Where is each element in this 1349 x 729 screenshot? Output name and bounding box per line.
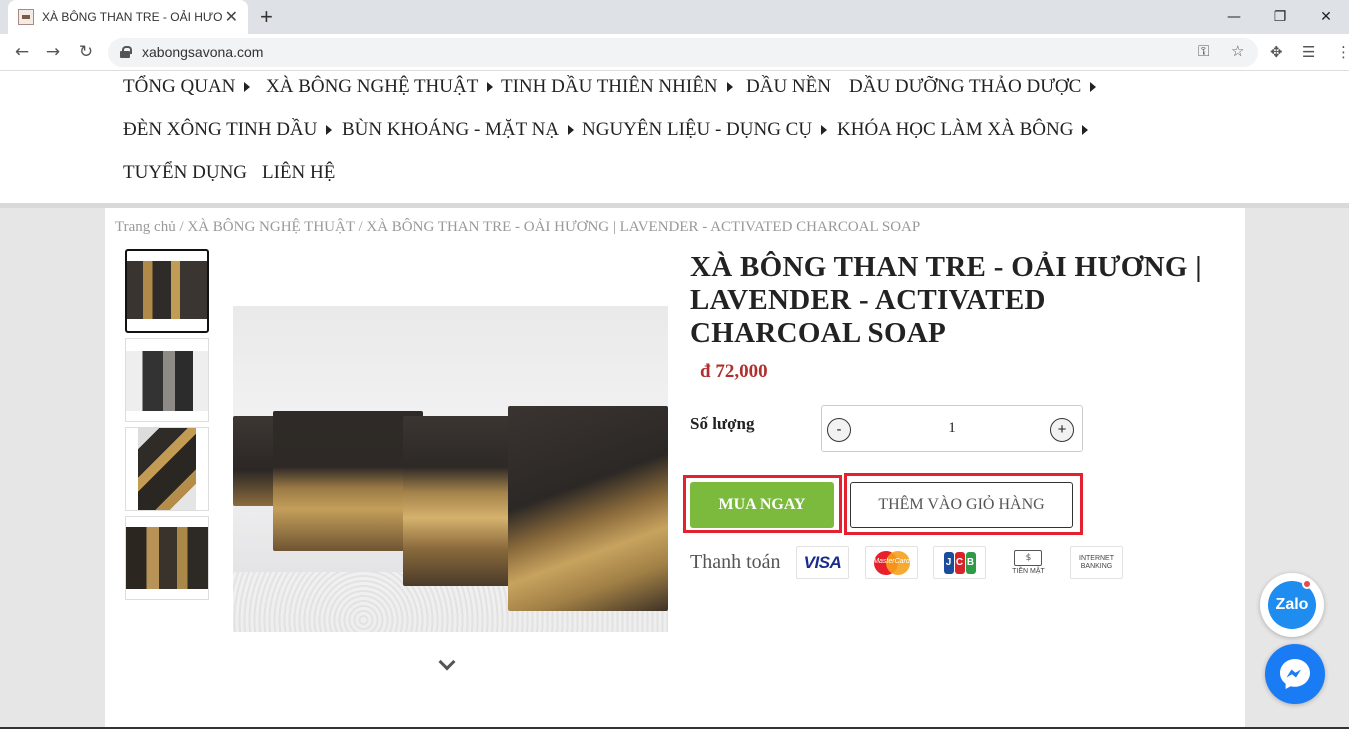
quantity-input[interactable]: 1 xyxy=(822,420,1082,437)
nav-tinh-dau-thien-nhien[interactable]: TINH DẦU THIÊN NHIÊN xyxy=(501,76,733,98)
nav-khoa-hoc-lam-xa-bong[interactable]: KHÓA HỌC LÀM XÀ BÔNG xyxy=(837,119,1089,141)
nav-nguyen-lieu-dung-cu[interactable]: NGUYÊN LIỆU - DỤNG CỤ xyxy=(582,119,828,141)
bookmark-star-icon[interactable]: ☆ xyxy=(1231,42,1244,60)
nav-dau-duong-thao-duoc[interactable]: DẦU DƯỠNG THẢO DƯỢC xyxy=(849,76,1097,98)
messenger-icon xyxy=(1280,659,1310,689)
caret-right-icon xyxy=(1082,125,1089,135)
tab-close-icon[interactable]: ✕ xyxy=(225,7,238,27)
product-main-image[interactable] xyxy=(233,306,668,632)
back-arrow-icon[interactable]: ← xyxy=(10,40,34,64)
nav-xa-bong-nghe-thuat[interactable]: XÀ BÔNG NGHỆ THUẬT xyxy=(266,76,494,98)
site-favicon-icon xyxy=(18,9,34,25)
extensions-puzzle-icon[interactable]: ✥ xyxy=(1270,43,1283,61)
breadcrumb[interactable]: Trang chủ / XÀ BÔNG NGHỆ THUẬT / XÀ BÔNG… xyxy=(115,219,920,236)
jcb-icon: J C B xyxy=(933,546,986,579)
caret-right-icon xyxy=(326,125,333,135)
nav-tuyen-dung[interactable]: TUYỂN DỤNG xyxy=(123,162,247,184)
key-icon[interactable]: ⚿ xyxy=(1198,42,1209,60)
window-close-button[interactable]: ✕ xyxy=(1303,0,1349,34)
soap-bar xyxy=(273,411,423,551)
caret-right-icon xyxy=(568,125,575,135)
thumbnail-image xyxy=(126,527,208,589)
payment-label: Thanh toán xyxy=(690,551,781,573)
reload-icon[interactable]: ↻ xyxy=(74,40,98,64)
forward-arrow-icon[interactable]: → xyxy=(41,40,65,64)
product-thumbnail[interactable] xyxy=(125,338,209,422)
chevron-down-icon[interactable] xyxy=(438,653,456,671)
main-navigation: TỔNG QUAN XÀ BÔNG NGHỆ THUẬT TINH DẦU TH… xyxy=(0,71,1349,203)
messenger-chat-button[interactable] xyxy=(1265,644,1325,704)
lock-icon[interactable] xyxy=(120,46,132,58)
product-thumbnail[interactable] xyxy=(125,516,209,600)
nav-tong-quan[interactable]: TỔNG QUAN xyxy=(123,76,251,98)
quantity-increase-button[interactable]: + xyxy=(1050,418,1074,442)
internet-banking-icon: INTERNET BANKING xyxy=(1070,546,1123,579)
mastercard-icon: MasterCard xyxy=(865,546,918,579)
quantity-label: Số lượng xyxy=(690,414,755,433)
product-thumbnail[interactable] xyxy=(125,249,209,333)
cash-icon: $ TIỀN MẶT xyxy=(1002,546,1055,579)
minimize-button[interactable]: — xyxy=(1211,0,1257,34)
thumbnail-image xyxy=(126,351,208,411)
product-price: đ 72,000 xyxy=(700,361,768,382)
restore-button[interactable]: ❐ xyxy=(1257,0,1303,34)
add-to-cart-button[interactable]: THÊM VÀO GIỎ HÀNG xyxy=(850,482,1073,528)
browser-tab-strip: XÀ BÔNG THAN TRE - OẢI HƯƠNG ✕ + — ❐ ✕ xyxy=(0,0,1349,34)
url-text[interactable]: xabongsavona.com xyxy=(142,44,263,60)
visa-icon: VISA xyxy=(796,546,849,579)
new-tab-button[interactable]: + xyxy=(260,4,273,30)
caret-right-icon xyxy=(487,82,494,92)
nav-bun-khoang-mat-na[interactable]: BÙN KHOÁNG - MẶT NẠ xyxy=(342,119,575,141)
tab-title: XÀ BÔNG THAN TRE - OẢI HƯƠNG xyxy=(42,10,222,24)
caret-right-icon xyxy=(726,82,733,92)
thumbnail-image xyxy=(127,261,207,319)
zalo-chat-button[interactable]: Zalo xyxy=(1260,573,1324,637)
caret-right-icon xyxy=(821,125,828,135)
notification-dot xyxy=(1302,579,1312,589)
thumbnail-image xyxy=(138,428,196,510)
caret-right-icon xyxy=(244,82,251,92)
nav-dau-nen[interactable]: DẦU NỀN xyxy=(746,76,831,98)
browser-toolbar: ← → ↻ xabongsavona.com ⚿ ☆ ✥ ☰ ⋮ xyxy=(0,34,1349,71)
soap-bar xyxy=(508,406,668,611)
quantity-stepper: - 1 + xyxy=(821,405,1083,452)
menu-kebab-icon[interactable]: ⋮ xyxy=(1336,43,1349,61)
product-panel: Trang chủ / XÀ BÔNG NGHỆ THUẬT / XÀ BÔNG… xyxy=(105,208,1245,729)
browser-tab[interactable]: XÀ BÔNG THAN TRE - OẢI HƯƠNG ✕ xyxy=(8,0,248,34)
caret-right-icon xyxy=(1090,82,1097,92)
buy-now-button[interactable]: MUA NGAY xyxy=(690,482,834,528)
nav-lien-he[interactable]: LIÊN HỆ xyxy=(262,162,335,184)
product-thumbnail[interactable] xyxy=(125,427,209,511)
reading-list-icon[interactable]: ☰ xyxy=(1302,43,1315,61)
address-bar[interactable]: xabongsavona.com ⚿ ☆ xyxy=(108,38,1258,67)
nav-den-xong-tinh-dau[interactable]: ĐÈN XÔNG TINH DẦU xyxy=(123,119,333,141)
product-title: XÀ BÔNG THAN TRE - OẢI HƯƠNG | LAVENDER … xyxy=(690,251,1202,349)
